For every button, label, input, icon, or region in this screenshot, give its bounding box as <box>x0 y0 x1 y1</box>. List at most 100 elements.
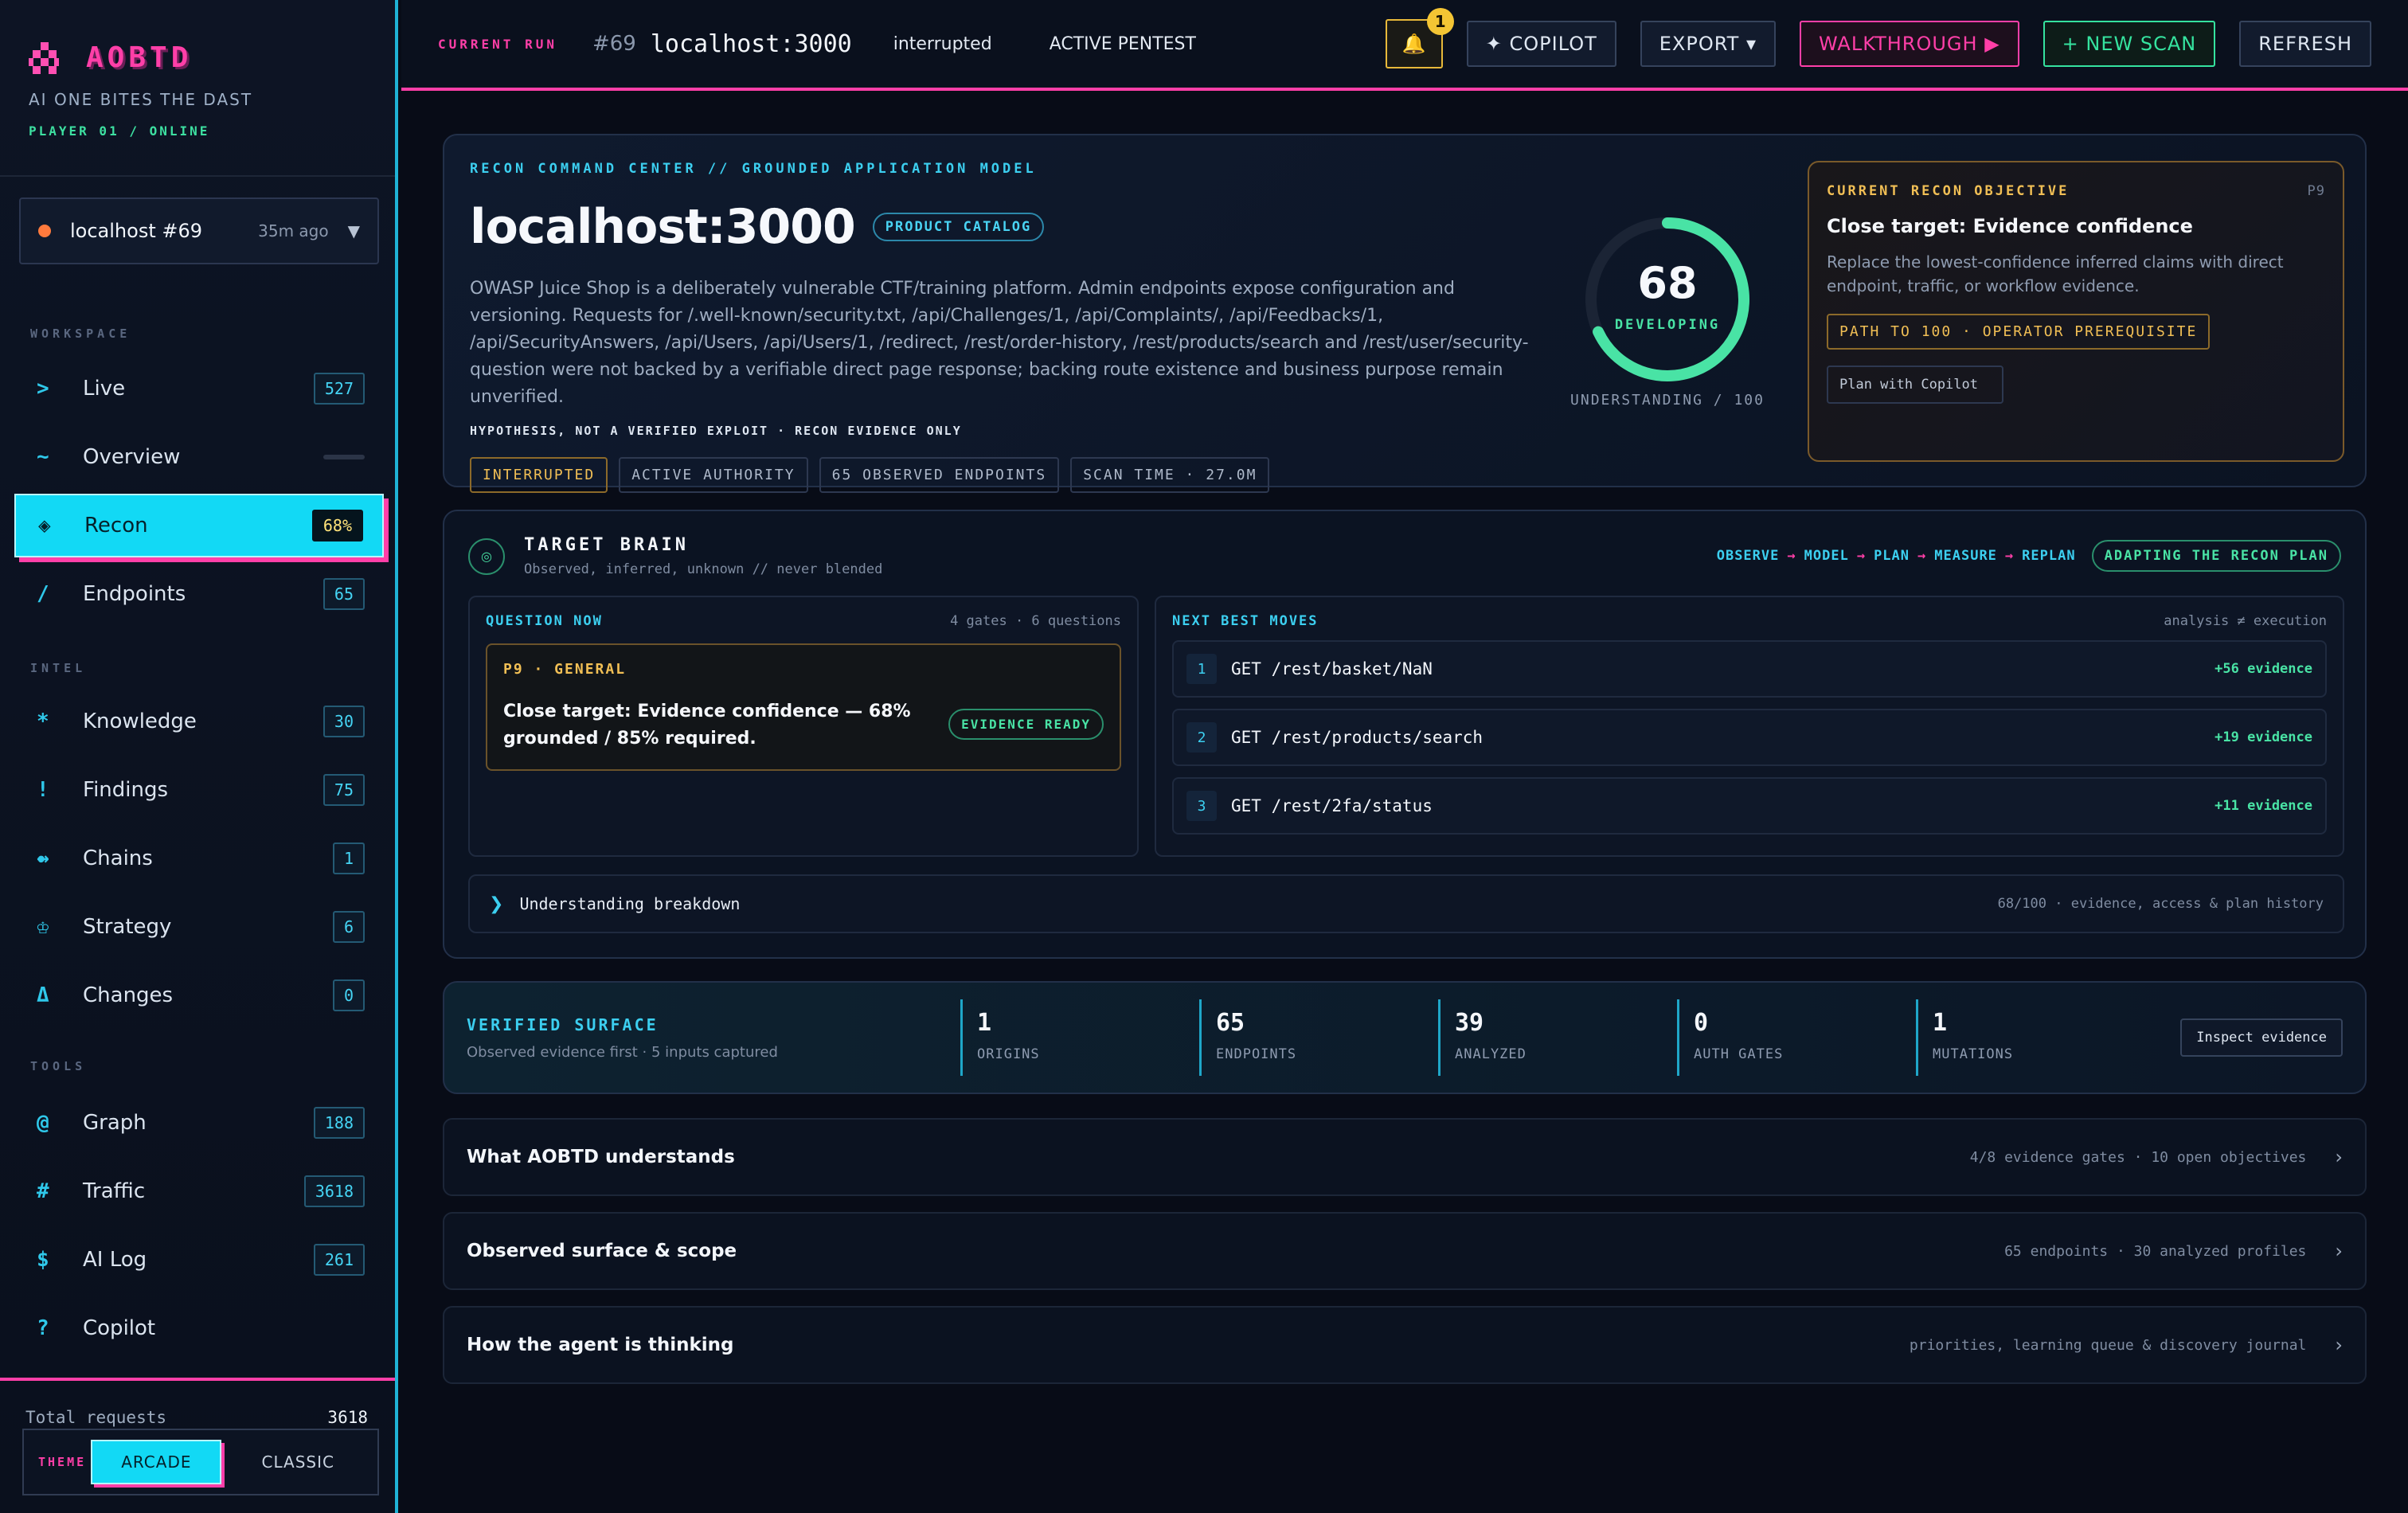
next-best-moves-panel: NEXT BEST MOVES analysis ≠ execution 1 G… <box>1155 596 2344 857</box>
stat-origins: 1 ORIGINS <box>960 999 1199 1076</box>
brand-block: AOBTD AI ONE BITES THE DAST PLAYER 01 / … <box>0 0 395 177</box>
app-logo-text: AOBTD <box>86 41 193 74</box>
target-brain-panel: ◎ TARGET BRAIN Observed, inferred, unkno… <box>443 510 2367 959</box>
total-requests-label: Total requests <box>25 1408 167 1427</box>
export-button[interactable]: EXPORT ▾ <box>1640 21 1776 67</box>
nav-item-copilot[interactable]: ? Copilot <box>14 1296 384 1360</box>
target-name: localhost #69 <box>70 220 203 242</box>
stat-value: 0 <box>1694 1009 1709 1037</box>
run-mode: ACTIVE PENTEST <box>1049 33 1196 54</box>
refresh-button[interactable]: REFRESH <box>2239 21 2371 67</box>
target-description: OWASP Juice Shop is a deliberately vulne… <box>470 279 1529 407</box>
theme-classic-button[interactable]: CLASSIC <box>233 1440 363 1484</box>
delta-icon: Δ <box>37 983 49 1007</box>
brain-subtitle: Observed, inferred, unknown // never ble… <box>524 561 883 577</box>
stat-label: ORIGINS <box>977 1046 1040 1062</box>
path-to-100-badge: PATH TO 100 · OPERATOR PREREQUISITE <box>1827 314 2211 350</box>
stat-label: ENDPOINTS <box>1216 1046 1297 1062</box>
run-host: localhost:3000 <box>650 29 852 58</box>
plan-with-copilot-button[interactable]: Plan with Copilot <box>1827 366 2003 404</box>
theme-arcade-button[interactable]: ARCADE <box>91 1440 222 1484</box>
nav-item-traffic[interactable]: # Traffic 3618 <box>14 1159 384 1223</box>
nav-badge: 30 <box>322 706 365 737</box>
player-status: PLAYER 01 / ONLINE <box>29 123 210 139</box>
nav-badge: 0 <box>332 979 365 1011</box>
target-category-badge: PRODUCT CATALOG <box>872 213 1045 241</box>
hypothesis-note: HYPOTHESIS, NOT A VERIFIED EXPLOIT · REC… <box>470 424 962 438</box>
inspect-evidence-button[interactable]: Inspect evidence <box>2180 1018 2343 1057</box>
understanding-breakdown-toggle[interactable]: ❯ Understanding breakdown 68/100 · evide… <box>468 874 2344 933</box>
brain-title: TARGET BRAIN <box>524 535 689 555</box>
nav-badge: 261 <box>313 1244 365 1276</box>
move-request: GET /rest/basket/NaN <box>1231 659 1433 678</box>
target-title: localhost:3000 <box>470 199 856 255</box>
accordion-meta: 65 endpoints · 30 analyzed profiles <box>2004 1242 2307 1260</box>
endpoints-chip: 65 OBSERVED ENDPOINTS <box>819 457 1060 493</box>
bell-icon: 🔔 <box>1401 33 1426 55</box>
nav-item-changes[interactable]: Δ Changes 0 <box>14 964 384 1027</box>
nav-label: Overview <box>83 445 181 469</box>
next-move-item[interactable]: 2 GET /rest/products/search +19 evidence <box>1172 709 2327 766</box>
nav-item-chains[interactable]: ⇴ Chains 1 <box>14 827 384 890</box>
verified-surface-panel: VERIFIED SURFACE Observed evidence first… <box>443 981 2367 1094</box>
accordion-title: Observed surface & scope <box>467 1241 737 1261</box>
nav-item-endpoints[interactable]: / Endpoints 65 <box>14 562 384 626</box>
nav-item-findings[interactable]: ! Findings 75 <box>14 758 384 822</box>
app-tagline: AI ONE BITES THE DAST <box>29 90 253 109</box>
nav-badge-empty <box>323 455 365 459</box>
nav-badge: 6 <box>332 911 365 943</box>
move-request: GET /rest/products/search <box>1231 728 1484 747</box>
arrow-right-icon: → <box>1787 548 1796 564</box>
nav-item-strategy[interactable]: ♔ Strategy 6 <box>14 895 384 959</box>
nav-item-ai-log[interactable]: $ AI Log 261 <box>14 1228 384 1292</box>
stat-value: 65 <box>1216 1009 1245 1037</box>
nav-badge: 527 <box>313 373 365 405</box>
target-age: 35m ago <box>258 221 329 240</box>
nav-item-knowledge[interactable]: * Knowledge 30 <box>14 690 384 753</box>
nav-label: Traffic <box>83 1179 146 1203</box>
accordion-surface-scope[interactable]: Observed surface & scope 65 endpoints · … <box>443 1212 2367 1290</box>
nav-label: Live <box>83 377 126 401</box>
stat-value: 39 <box>1455 1009 1484 1037</box>
understanding-level: DEVELOPING <box>1614 317 1721 333</box>
accordion-agent-thinking[interactable]: How the agent is thinking priorities, le… <box>443 1306 2367 1384</box>
question-text: Close target: Evidence confidence — 68% … <box>503 702 911 749</box>
nav-item-recon[interactable]: ◈ Recon 68% <box>14 494 384 557</box>
nav-label: Endpoints <box>83 582 186 606</box>
chevron-right-icon: ❯ <box>489 893 504 914</box>
move-evidence: +56 evidence <box>2214 661 2312 677</box>
accordion-understands[interactable]: What AOBTD understands 4/8 evidence gate… <box>443 1118 2367 1196</box>
caret-down-icon: ▼ <box>347 221 360 240</box>
nav-item-overview[interactable]: ~ Overview <box>14 425 384 489</box>
run-number: #69 <box>592 32 636 56</box>
nav-badge: 1 <box>332 843 365 874</box>
theme-label: THEME <box>38 1455 87 1469</box>
copilot-button[interactable]: ✦ COPILOT <box>1466 21 1616 67</box>
understanding-scale: UNDERSTANDING / 100 <box>1570 392 1765 409</box>
new-scan-button[interactable]: + NEW SCAN <box>2042 21 2216 67</box>
stat-auth-gates: 0 AUTH GATES <box>1677 999 1916 1076</box>
walkthrough-button[interactable]: WALKTHROUGH ▶ <box>1800 21 2019 67</box>
nav-item-graph[interactable]: @ Graph 188 <box>14 1091 384 1155</box>
nav-badge: 68% <box>311 510 363 541</box>
target-selector[interactable]: localhost #69 35m ago ▼ <box>19 197 379 264</box>
question-card[interactable]: P9 · GENERAL Close target: Evidence conf… <box>486 643 1121 771</box>
wave-icon: ~ <box>37 445 49 469</box>
understanding-gauge: 68 DEVELOPING <box>1580 212 1755 387</box>
nav-label: Changes <box>83 983 174 1007</box>
chevron-right-icon: › <box>2335 1240 2343 1262</box>
breakdown-meta: 68/100 · evidence, access & plan history <box>1997 896 2324 912</box>
notifications-button[interactable]: 🔔 1 <box>1385 8 1454 68</box>
move-request: GET /rest/2fa/status <box>1231 796 1433 815</box>
stat-mutations: 1 MUTATIONS <box>1916 999 2155 1076</box>
scan-time-chip: SCAN TIME · 27.0M <box>1070 457 1270 493</box>
nav-item-live[interactable]: > Live 527 <box>14 357 384 420</box>
nav-badge: 3618 <box>303 1175 365 1207</box>
stat-analyzed: 39 ANALYZED <box>1438 999 1677 1076</box>
nav-section-tools: TOOLS <box>30 1059 87 1073</box>
accordion-meta: 4/8 evidence gates · 10 open objectives <box>1969 1148 2307 1166</box>
question-now-label: QUESTION NOW <box>486 613 603 629</box>
move-rank: 3 <box>1186 791 1217 821</box>
next-move-item[interactable]: 1 GET /rest/basket/NaN +56 evidence <box>1172 640 2327 698</box>
next-move-item[interactable]: 3 GET /rest/2fa/status +11 evidence <box>1172 777 2327 835</box>
